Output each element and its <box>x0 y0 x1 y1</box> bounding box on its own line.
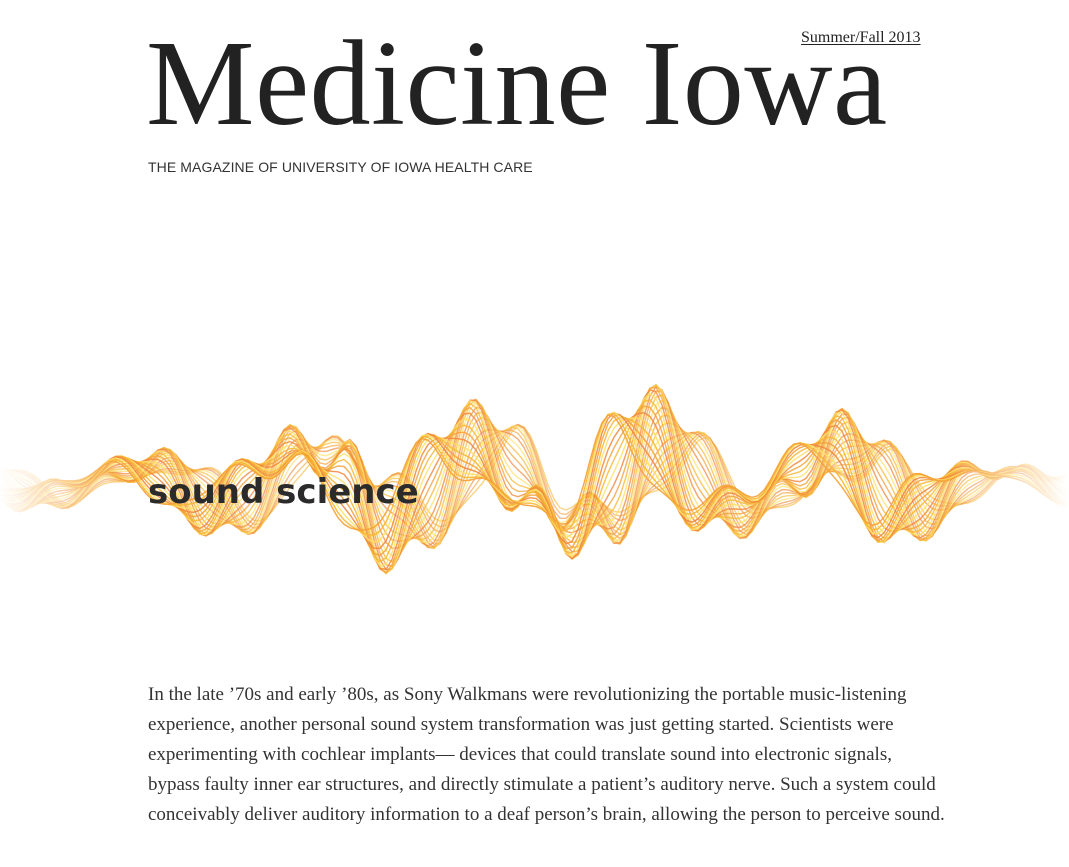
feature-title: sound science <box>148 472 419 512</box>
article-paragraph: In the late ’70s and early ’80s, as Sony… <box>148 684 945 825</box>
masthead-title: Medicine Iowa <box>146 16 888 151</box>
page: Summer/Fall 2013 Medicine Iowa THE MAGAZ… <box>0 0 1069 867</box>
magazine-tagline: THE MAGAZINE OF UNIVERSITY OF IOWA HEALT… <box>148 159 533 175</box>
